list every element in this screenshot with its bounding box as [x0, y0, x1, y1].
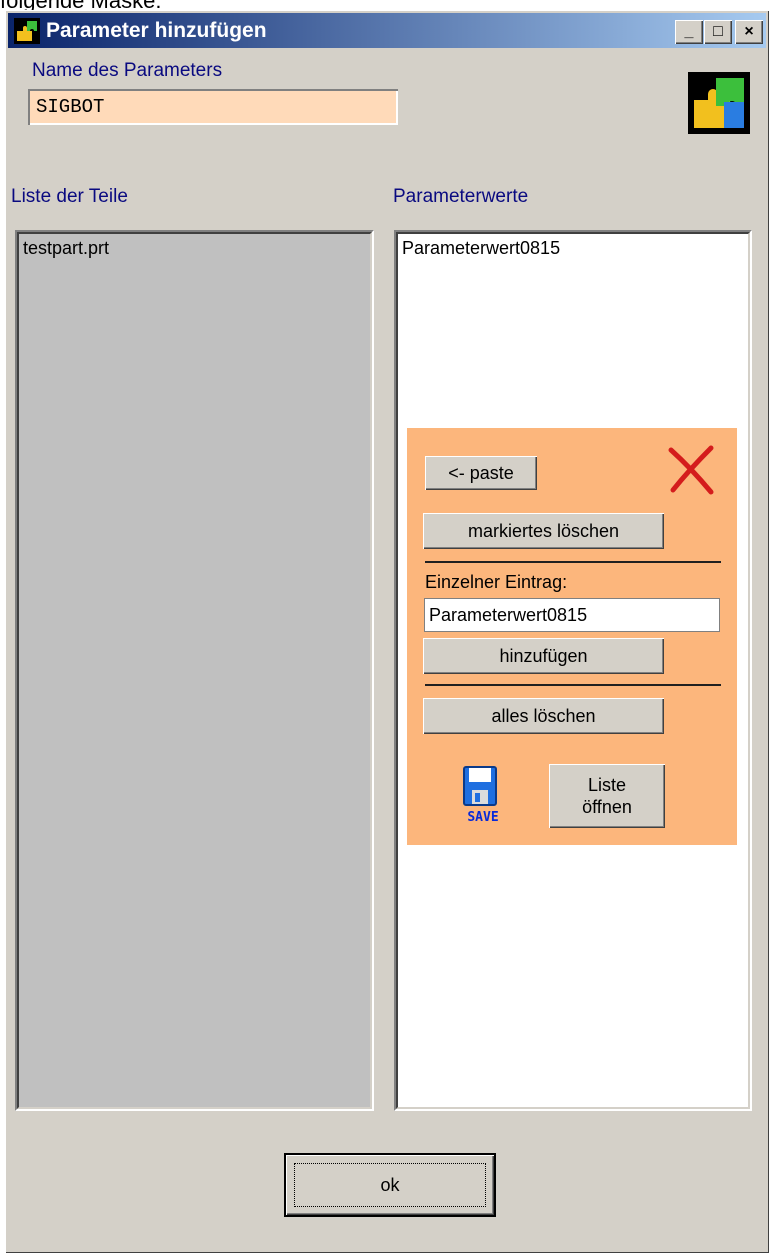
focus-rectangle: [294, 1163, 486, 1207]
parts-list-label: Liste der Teile: [11, 186, 128, 207]
save-icon-text: SAVE: [467, 810, 499, 825]
close-icon: ×: [744, 23, 754, 40]
name-label: Name des Parameters: [32, 60, 223, 81]
values-list-label: Parameterwerte: [393, 186, 529, 207]
add-button[interactable]: hinzufügen: [423, 638, 664, 674]
close-button[interactable]: ×: [735, 20, 763, 44]
parameter-name-input[interactable]: SIGBOT: [28, 89, 398, 125]
puzzle-icon: [14, 18, 40, 44]
single-entry-input[interactable]: Parameterwert0815: [424, 598, 720, 632]
minimize-icon: _: [684, 23, 694, 40]
maximize-button[interactable]: □: [704, 20, 732, 44]
paste-button[interactable]: <- paste: [425, 456, 537, 490]
parts-list[interactable]: testpart.prt: [15, 230, 374, 1111]
delete-selected-button[interactable]: markiertes löschen: [423, 513, 664, 549]
close-x-icon[interactable]: [665, 444, 717, 496]
list-item[interactable]: Parameterwert0815: [398, 234, 748, 263]
separator: [425, 561, 721, 563]
save-button[interactable]: SAVE: [457, 766, 509, 828]
save-disk-icon: [463, 766, 497, 806]
puzzle-icon: [688, 72, 750, 134]
open-list-button[interactable]: Liste öffnen: [549, 764, 665, 828]
minimize-button[interactable]: _: [675, 20, 703, 44]
edit-panel: <- paste markiertes löschen Einzelner Ei…: [407, 428, 737, 845]
separator: [425, 684, 721, 686]
maximize-icon: □: [713, 23, 723, 40]
delete-all-button[interactable]: alles löschen: [423, 698, 664, 734]
window-title: Parameter hinzufügen: [46, 19, 267, 42]
single-entry-label: Einzelner Eintrag:: [425, 572, 568, 592]
dialog-window: Parameter hinzufügen _ □ × Name des Para…: [5, 10, 769, 1253]
title-bar[interactable]: Parameter hinzufügen _ □ ×: [8, 13, 766, 48]
open-list-label-line2: öffnen: [582, 797, 632, 817]
open-list-label-line1: Liste: [587, 775, 627, 795]
ok-button[interactable]: ok: [284, 1153, 496, 1217]
list-item[interactable]: testpart.prt: [19, 234, 370, 263]
